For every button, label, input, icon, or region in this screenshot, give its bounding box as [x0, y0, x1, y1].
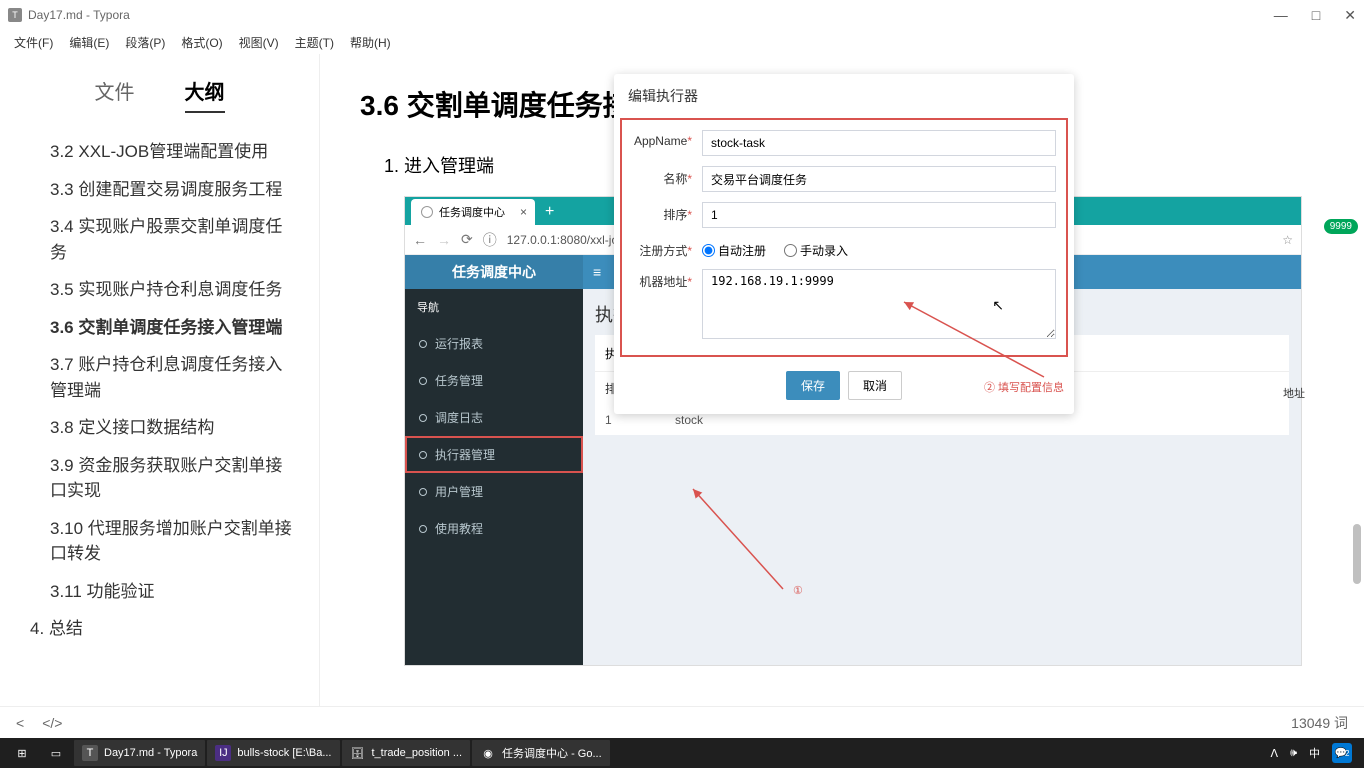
menu-format[interactable]: 格式(O) — [175, 32, 228, 53]
taskbar-db[interactable]: 🗄t_trade_position ... — [342, 740, 471, 766]
outline-item[interactable]: 4. 总结 — [30, 610, 299, 648]
circle-icon — [419, 340, 427, 348]
circle-icon — [419, 451, 427, 459]
cursor-icon: ↖ — [992, 297, 1004, 314]
menubar: 文件(F) 编辑(E) 段落(P) 格式(O) 视图(V) 主题(T) 帮助(H… — [0, 30, 1364, 54]
menu-executor[interactable]: 执行器管理 — [405, 436, 583, 473]
tray-volume-icon[interactable]: 🕪 — [1290, 747, 1297, 760]
annotation-2: ② 填写配置信息 — [984, 379, 1064, 395]
menu-edit[interactable]: 编辑(E) — [63, 32, 115, 53]
ip-badge: 9999 — [1324, 219, 1358, 234]
admin-nav-label: 导航 — [405, 289, 583, 325]
menu-tutorial[interactable]: 使用教程 — [405, 510, 583, 547]
circle-icon — [419, 377, 427, 385]
taskbar-chrome[interactable]: ◉任务调度中心 - Go... — [472, 740, 610, 766]
menu-log[interactable]: 调度日志 — [405, 399, 583, 436]
outline-item[interactable]: 3.9 资金服务获取账户交割单接口实现 — [30, 447, 299, 510]
circle-icon — [419, 488, 427, 496]
taskbar-typora[interactable]: TDay17.md - Typora — [74, 740, 205, 766]
name-input[interactable] — [702, 166, 1056, 192]
app-icon: T — [8, 8, 22, 22]
outline-item[interactable]: 3.11 功能验证 — [30, 573, 299, 611]
menu-view[interactable]: 视图(V) — [233, 32, 285, 53]
radio-manual[interactable]: 手动录入 — [784, 242, 848, 259]
menu-task[interactable]: 任务管理 — [405, 362, 583, 399]
taskbar: ⊞ ▭ TDay17.md - Typora IJbulls-stock [E:… — [0, 738, 1364, 768]
back-icon[interactable]: ← — [413, 232, 427, 248]
tray-up-icon[interactable]: ᐱ — [1271, 747, 1279, 760]
cancel-button[interactable]: 取消 — [848, 371, 902, 400]
task-view-button[interactable]: ▭ — [40, 740, 72, 766]
titlebar: T Day17.md - Typora — □ ✕ — [0, 0, 1364, 30]
start-button[interactable]: ⊞ — [6, 740, 38, 766]
code-view-icon[interactable]: </> — [42, 715, 62, 731]
sort-input[interactable] — [702, 202, 1056, 228]
radio-auto[interactable]: 自动注册 — [702, 242, 766, 259]
minimize-button[interactable]: — — [1274, 7, 1288, 24]
embedded-screenshot: 任务调度中心 × + ← → ⟳ ⓘ 127.0.0.1:8080/xxl-jo… — [404, 196, 1302, 666]
tab-outline[interactable]: 大纲 — [185, 76, 225, 113]
scrollbar[interactable] — [1353, 524, 1361, 584]
admin-sidebar: 任务调度中心 导航 运行报表 任务管理 调度日志 执行器管理 用户管理 使用教程 — [405, 255, 583, 665]
favicon-icon — [421, 206, 433, 218]
menu-paragraph[interactable]: 段落(P) — [119, 32, 171, 53]
menu-theme[interactable]: 主题(T) — [289, 32, 340, 53]
tray-ime[interactable]: 中 — [1309, 745, 1320, 761]
browser-tab[interactable]: 任务调度中心 × — [411, 199, 535, 225]
outline-item[interactable]: 3.7 账户持仓利息调度任务接入管理端 — [30, 346, 299, 409]
modal-title: 编辑执行器 — [614, 74, 1074, 118]
idea-icon: IJ — [215, 745, 231, 761]
bookmark-icon[interactable]: ☆ — [1282, 233, 1293, 247]
save-button[interactable]: 保存 — [786, 371, 840, 400]
db-icon: 🗄 — [350, 745, 366, 761]
statusbar: < </> 13049 词 — [0, 706, 1364, 738]
outline-item[interactable]: 3.2 XXL-JOB管理端配置使用 — [30, 133, 299, 171]
taskview-icon: ▭ — [48, 745, 64, 761]
outline-item[interactable]: 3.8 定义接口数据结构 — [30, 409, 299, 447]
outline-item[interactable]: 3.10 代理服务增加账户交割单接口转发 — [30, 510, 299, 573]
circle-icon — [419, 525, 427, 533]
nav-back-icon[interactable]: < — [16, 715, 24, 731]
reload-icon[interactable]: ⟳ — [461, 231, 473, 248]
td-sort: 1 — [605, 413, 635, 427]
menu-user[interactable]: 用户管理 — [405, 473, 583, 510]
th-addr: 地址 — [1283, 385, 1305, 401]
edit-executor-modal: 编辑执行器 AppName* 名称* 排序* 注册方式 — [614, 74, 1074, 414]
close-button[interactable]: ✕ — [1344, 7, 1356, 24]
admin-logo: 任务调度中心 — [405, 255, 583, 289]
typora-icon: T — [82, 745, 98, 761]
chrome-icon: ◉ — [480, 745, 496, 761]
sidebar: 文件 大纲 3.2 XXL-JOB管理端配置使用 3.3 创建配置交易调度服务工… — [0, 54, 320, 706]
annotation-1: ① — [793, 584, 803, 597]
windows-icon: ⊞ — [14, 745, 30, 761]
maximize-button[interactable]: □ — [1312, 7, 1320, 24]
tray-notification[interactable]: 💬2 — [1332, 743, 1352, 763]
outline-item[interactable]: 3.3 创建配置交易调度服务工程 — [30, 171, 299, 209]
taskbar-idea[interactable]: IJbulls-stock [E:\Ba... — [207, 740, 339, 766]
browser-tab-title: 任务调度中心 — [439, 204, 505, 220]
tab-close-icon[interactable]: × — [520, 205, 527, 219]
outline-item-active[interactable]: 3.6 交割单调度任务接入管理端 — [30, 309, 299, 347]
tab-file[interactable]: 文件 — [95, 76, 135, 113]
word-count: 13049 词 — [1291, 713, 1348, 733]
outline-item[interactable]: 3.4 实现账户股票交割单调度任务 — [30, 208, 299, 271]
appname-input[interactable] — [702, 130, 1056, 156]
forward-icon[interactable]: → — [437, 232, 451, 248]
menu-help[interactable]: 帮助(H) — [344, 32, 397, 53]
td-app: stock — [675, 413, 703, 427]
info-icon[interactable]: ⓘ — [483, 230, 497, 250]
editor-content[interactable]: 3.6 交割单调度任务接入管理端 1. 进入管理端 任务调度中心 × + ← →… — [320, 54, 1364, 706]
outline-item[interactable]: 3.5 实现账户持仓利息调度任务 — [30, 271, 299, 309]
outline-list: 3.2 XXL-JOB管理端配置使用 3.3 创建配置交易调度服务工程 3.4 … — [0, 121, 319, 648]
menu-report[interactable]: 运行报表 — [405, 325, 583, 362]
window-title: Day17.md - Typora — [28, 8, 130, 22]
circle-icon — [419, 414, 427, 422]
hamburger-icon[interactable]: ≡ — [593, 264, 601, 280]
menu-file[interactable]: 文件(F) — [8, 32, 59, 53]
new-tab-button[interactable]: + — [535, 199, 564, 225]
